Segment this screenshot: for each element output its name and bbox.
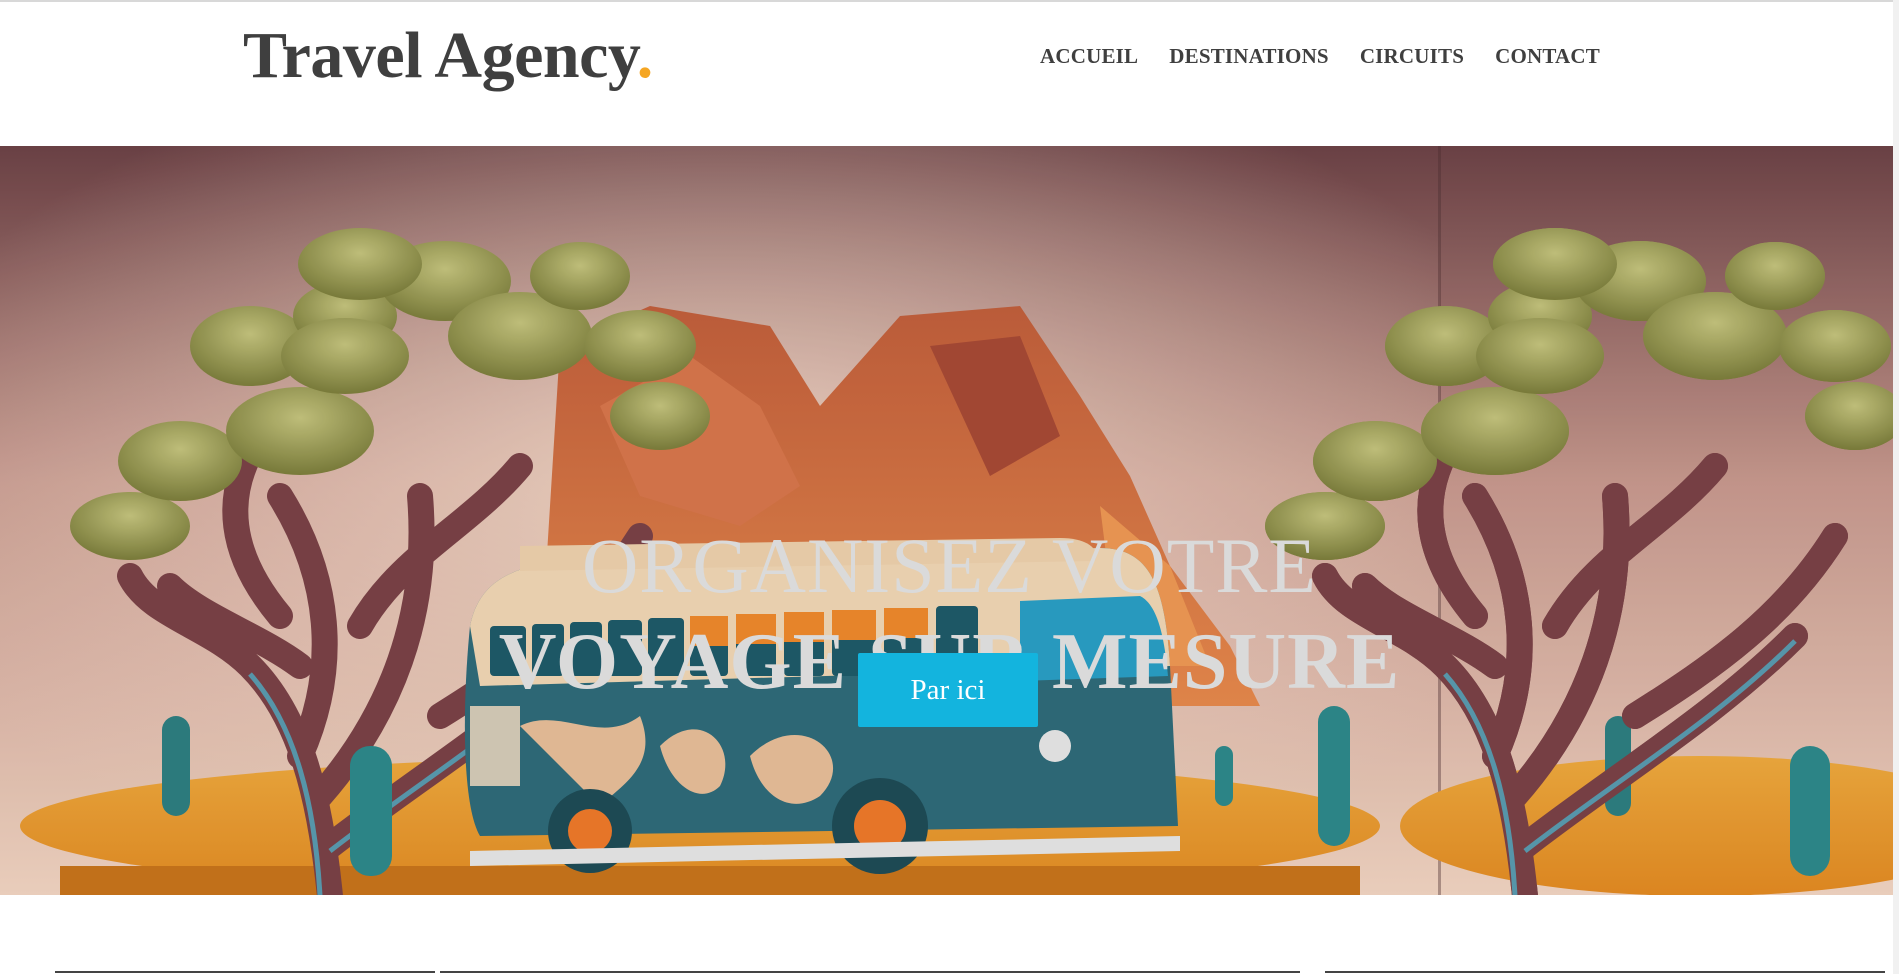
divider-segment — [55, 971, 435, 973]
hero-banner: ORGANISEZ VOTRE VOYAGE SUR MESURE — [0, 146, 1899, 895]
page: Travel Agency. ACCUEIL DESTINATIONS CIRC… — [0, 0, 1899, 974]
nav-item-accueil[interactable]: ACCUEIL — [1040, 42, 1138, 70]
nav-item-destinations[interactable]: DESTINATIONS — [1169, 42, 1329, 70]
scrollbar[interactable] — [1893, 0, 1899, 974]
bottom-divider — [0, 968, 1899, 974]
divider-segment — [1325, 971, 1885, 973]
nav-item-circuits[interactable]: CIRCUITS — [1360, 42, 1464, 70]
main-nav: ACCUEIL DESTINATIONS CIRCUITS CONTACT — [1040, 42, 1600, 70]
nav-item-contact[interactable]: CONTACT — [1495, 42, 1600, 70]
par-ici-button[interactable]: Par ici — [858, 653, 1038, 727]
logo-text: Travel Agency — [243, 19, 637, 92]
logo-dot: . — [636, 19, 654, 92]
hero-illustration — [0, 146, 1899, 895]
site-logo[interactable]: Travel Agency. — [243, 16, 653, 96]
site-header: Travel Agency. ACCUEIL DESTINATIONS CIRC… — [0, 2, 1899, 146]
divider-segment — [440, 971, 1300, 973]
